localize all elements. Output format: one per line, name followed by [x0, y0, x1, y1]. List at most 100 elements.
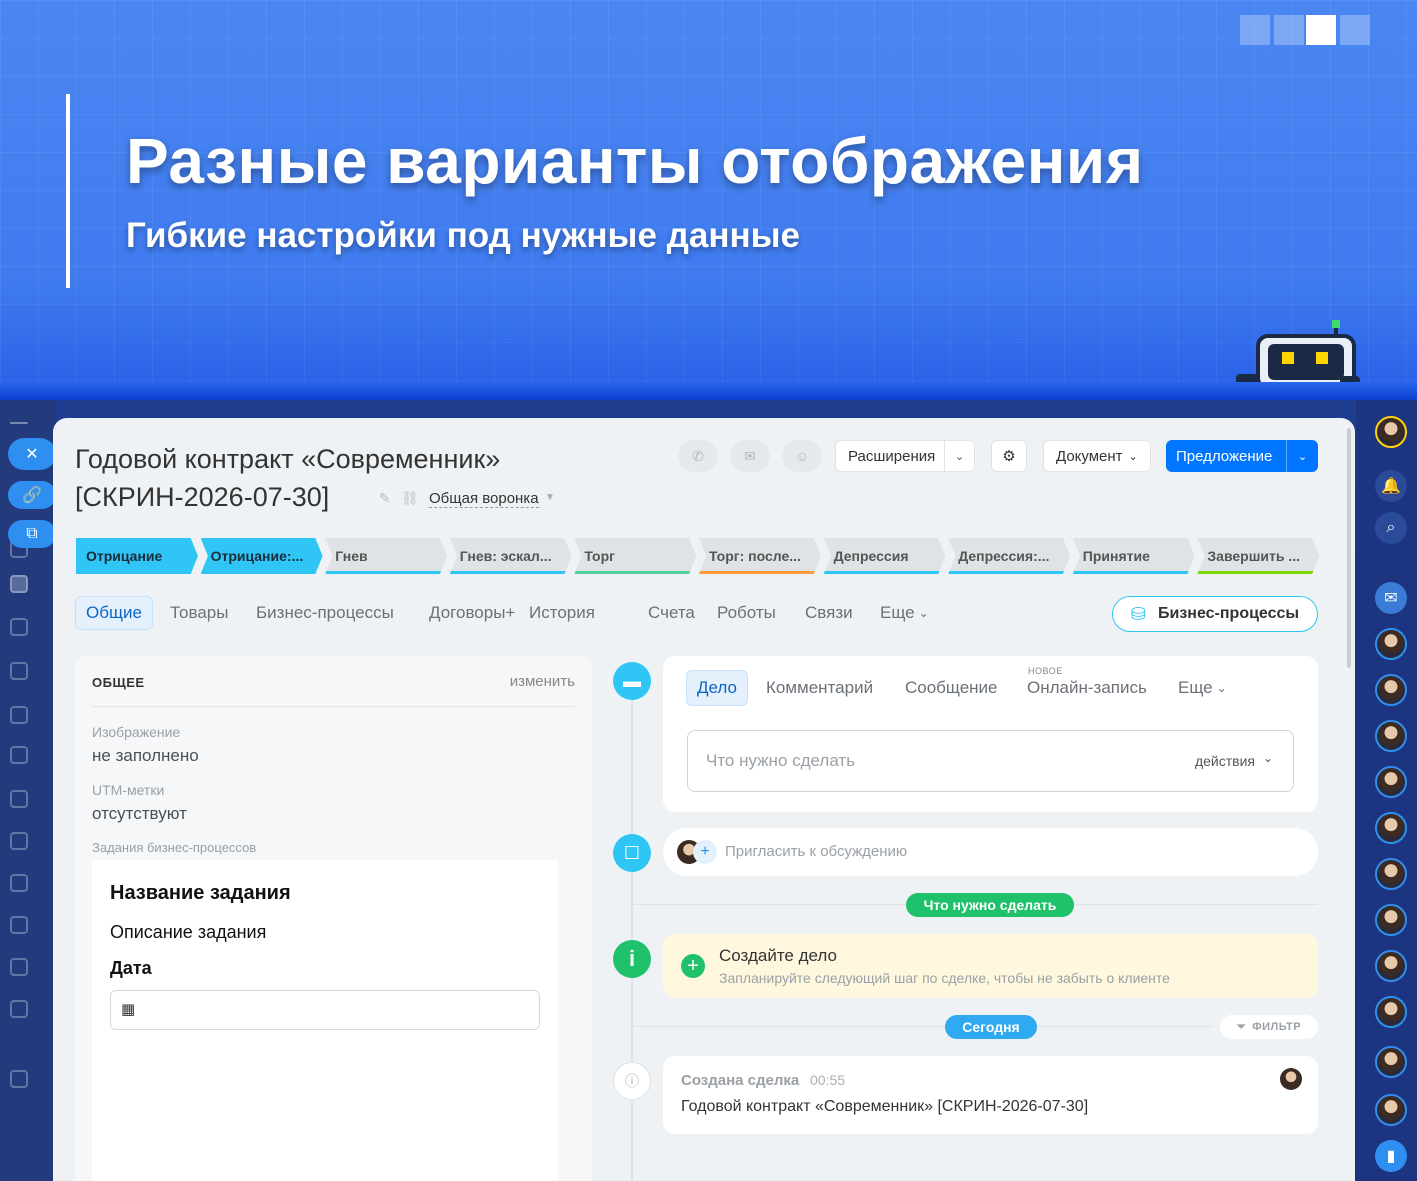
- stage-bar: Отрицание Отрицание:... Гнев Гнев: эскал...…: [76, 538, 1321, 574]
- user-avatar[interactable]: [1375, 416, 1407, 448]
- todo-placeholder: Что нужно сделать: [706, 751, 856, 770]
- contact-avatar[interactable]: [1375, 996, 1407, 1028]
- bell-icon[interactable]: 🔔: [1375, 470, 1407, 502]
- stage-3[interactable]: Гнев: [325, 538, 448, 574]
- activity-tab-3[interactable]: Сообщение: [895, 670, 1008, 706]
- tab-3[interactable]: Бизнес-процессы: [246, 596, 404, 630]
- stage-5[interactable]: Торг: [574, 538, 697, 574]
- stage-label: Торг: после...: [709, 548, 801, 564]
- contact-avatar[interactable]: [1375, 1094, 1407, 1126]
- stage-2[interactable]: Отрицание:...: [200, 538, 323, 574]
- event-text[interactable]: Годовой контракт «Современник» [СКРИН-20…: [681, 1098, 1088, 1116]
- activity-tab-2[interactable]: Комментарий: [756, 670, 883, 706]
- nav-icon[interactable]: [10, 874, 28, 892]
- image-label: Изображение: [92, 724, 181, 740]
- menu-icon[interactable]: [10, 422, 28, 424]
- nav-icon[interactable]: [10, 958, 28, 976]
- stage-8[interactable]: Депрессия:...: [948, 538, 1071, 574]
- close-slider-button[interactable]: ✕: [8, 438, 56, 470]
- open-new-window-button[interactable]: ⧉: [8, 520, 56, 548]
- invite-bar[interactable]: + Пригласить к обсуждению: [663, 828, 1318, 876]
- filter-button[interactable]: ⏷ ФИЛЬТР: [1220, 1015, 1318, 1039]
- proposal-button[interactable]: Предложение ⌄: [1166, 440, 1318, 472]
- business-process-button[interactable]: ⛁ Бизнес-процессы: [1112, 596, 1318, 632]
- stage-7[interactable]: Депрессия: [823, 538, 946, 574]
- deal-tabs: Общие Товары Бизнес-процессы Договоры+ Истор…: [75, 596, 1075, 632]
- document-button[interactable]: Документ ⌄: [1043, 440, 1151, 472]
- chat-icon[interactable]: ☺: [782, 440, 822, 472]
- chevron-down-icon[interactable]: ⌄: [1286, 440, 1318, 472]
- gear-icon[interactable]: ⚙: [991, 440, 1027, 472]
- business-process-label: Бизнес-процессы: [1158, 605, 1300, 622]
- stage-9[interactable]: Принятие: [1072, 538, 1195, 574]
- tab-2[interactable]: Товары: [160, 596, 238, 630]
- mail-icon[interactable]: ✉: [730, 440, 770, 472]
- add-activity-icon[interactable]: +: [681, 954, 705, 978]
- stage-label: Отрицание: [86, 548, 163, 564]
- activity-tab-label: Дело: [697, 678, 737, 697]
- nav-icon[interactable]: [10, 1070, 28, 1088]
- activity-tab-label: Онлайн-запись: [1027, 678, 1147, 697]
- contact-avatar[interactable]: [1375, 812, 1407, 844]
- tab-6[interactable]: Счета: [638, 596, 705, 630]
- phone-icon[interactable]: ✆: [678, 440, 718, 472]
- copy-link-button[interactable]: 🔗: [8, 481, 56, 509]
- nav-icon[interactable]: [10, 575, 28, 593]
- pencil-icon[interactable]: ✎: [379, 490, 391, 507]
- contact-avatar[interactable]: [1375, 904, 1407, 936]
- tab-1[interactable]: Общие: [75, 596, 153, 630]
- contact-avatar[interactable]: [1375, 858, 1407, 890]
- contact-avatar[interactable]: [1375, 720, 1407, 752]
- extensions-label: Расширения: [848, 447, 936, 465]
- nav-icon[interactable]: [10, 1000, 28, 1018]
- funnel-selector[interactable]: Общая воронка: [429, 490, 539, 508]
- tab-7[interactable]: Роботы: [707, 596, 786, 630]
- tab-4[interactable]: Договоры+: [419, 596, 525, 630]
- edit-link[interactable]: изменить: [510, 673, 575, 690]
- create-activity-title[interactable]: Создайте дело: [719, 946, 837, 966]
- actions-menu[interactable]: действия: [1195, 753, 1255, 769]
- info-icon: i: [613, 940, 651, 978]
- stage-label: Завершить ...: [1207, 548, 1301, 564]
- author-avatar[interactable]: [1280, 1068, 1302, 1090]
- date-input[interactable]: ▦: [110, 990, 540, 1030]
- activity-tab-5[interactable]: Еще ⌄: [1168, 670, 1237, 706]
- stage-4[interactable]: Гнев: эскал...: [449, 538, 572, 574]
- decor-square: [1240, 15, 1270, 45]
- nav-icon[interactable]: [10, 832, 28, 850]
- contact-avatar[interactable]: [1375, 950, 1407, 982]
- nav-icon[interactable]: [10, 706, 28, 724]
- plus-icon[interactable]: +: [693, 840, 717, 864]
- nav-icon[interactable]: [10, 746, 28, 764]
- nav-icon[interactable]: [10, 662, 28, 680]
- link-icon[interactable]: ⛓: [401, 490, 419, 507]
- contact-avatar[interactable]: [1375, 674, 1407, 706]
- tab-9[interactable]: Еще ⌄: [870, 596, 939, 630]
- chat-search-icon[interactable]: ⌕: [1375, 512, 1407, 544]
- contact-avatar[interactable]: [1375, 628, 1407, 660]
- utm-label: UTM-метки: [92, 782, 165, 798]
- nav-icon[interactable]: [10, 916, 28, 934]
- chevron-down-icon[interactable]: ⌄: [944, 441, 974, 471]
- contact-avatar[interactable]: [1375, 766, 1407, 798]
- tab-5[interactable]: История: [519, 596, 605, 630]
- extensions-button[interactable]: Расширения ⌄: [835, 440, 975, 472]
- decor-square: [1306, 15, 1336, 45]
- calendar-icon[interactable]: ▦: [121, 1000, 135, 1018]
- activity-tab-1[interactable]: Дело: [686, 670, 748, 706]
- left-sidebar: [0, 400, 56, 1181]
- todo-input[interactable]: Что нужно сделать действия ⌄: [687, 730, 1294, 792]
- nav-icon[interactable]: [10, 790, 28, 808]
- messages-icon[interactable]: ✉: [1375, 582, 1407, 614]
- timeline-event: Создана сделка 00:55 Годовой контракт «С…: [663, 1056, 1318, 1134]
- decor-square: [1340, 15, 1370, 45]
- stage-10[interactable]: Завершить ...: [1197, 538, 1320, 574]
- nav-icon[interactable]: [10, 618, 28, 636]
- tab-8[interactable]: Связи: [795, 596, 863, 630]
- bookmark-icon[interactable]: ▮: [1375, 1140, 1407, 1172]
- activity-tab-label: Еще: [1178, 678, 1213, 697]
- divider: [633, 1026, 1213, 1027]
- contact-avatar[interactable]: [1375, 1046, 1407, 1078]
- stage-6[interactable]: Торг: после...: [699, 538, 821, 574]
- stage-1[interactable]: Отрицание: [76, 538, 198, 574]
